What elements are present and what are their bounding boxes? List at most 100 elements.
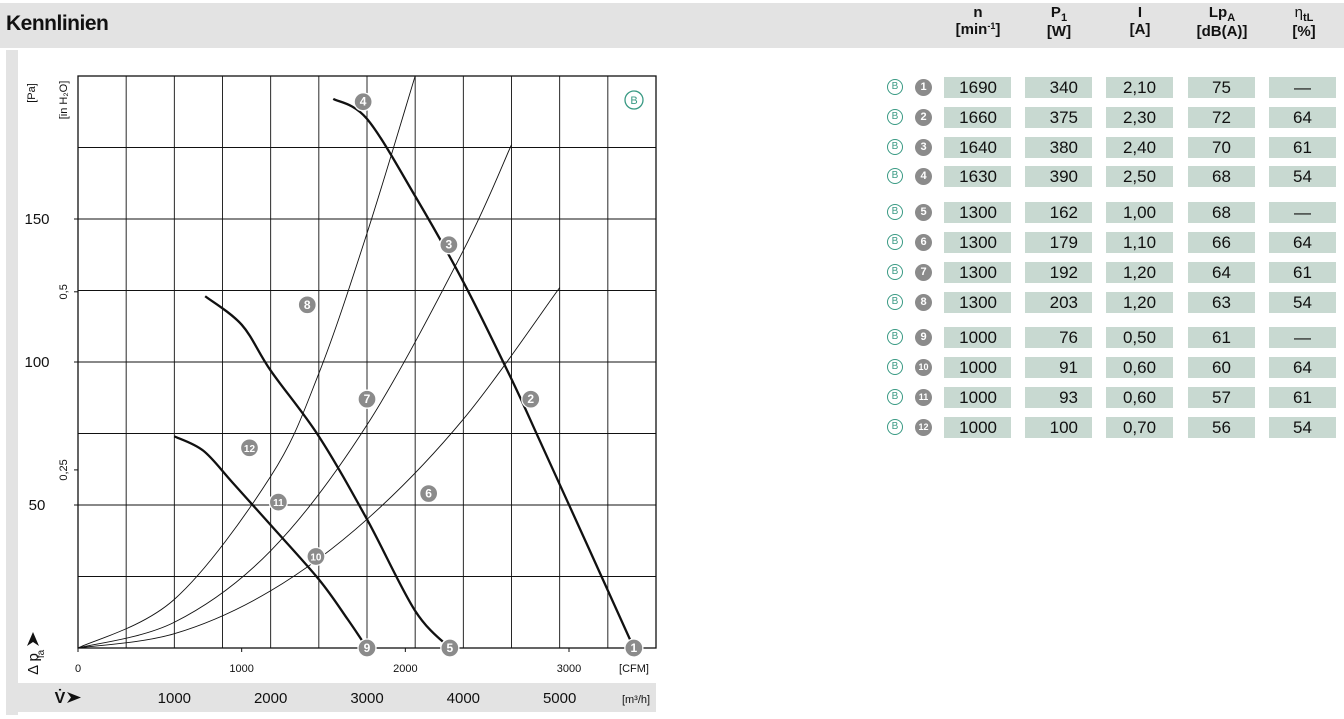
operating-point-label: 5: [447, 641, 454, 655]
table-cell-n: 1660: [944, 106, 1011, 128]
table-cell-lpa: 66: [1188, 232, 1255, 253]
table-cell-p1: 91: [1025, 357, 1092, 379]
row-number-badge: 5: [915, 204, 932, 222]
row-number-badge: 4: [915, 168, 932, 186]
x-tick-label-m3h: 4000: [447, 690, 480, 707]
table-cell-eta: 54: [1269, 416, 1336, 438]
y-unit-pa: [Pa]: [26, 83, 38, 103]
operating-point-label: 7: [364, 392, 371, 406]
row-badge-b: B: [887, 108, 903, 125]
operating-point-label: 3: [446, 238, 453, 252]
y-unit-inh2o: [in H₂O]: [58, 81, 70, 120]
table-cell-p1: 162: [1025, 202, 1092, 224]
table-cell-p1: 192: [1025, 261, 1092, 283]
x-tick-label-cfm: 2000: [393, 663, 417, 675]
row-number-badge: 10: [915, 359, 932, 377]
table-cell-p1: 390: [1025, 166, 1092, 188]
table-cell-i: 1,10: [1106, 232, 1173, 253]
table-cell-lpa: 72: [1188, 106, 1255, 128]
x-tick-label-cfm: 0: [75, 663, 81, 675]
operating-point-label: 4: [360, 95, 367, 109]
table-cell-eta: 64: [1269, 357, 1336, 379]
table-cell-i: 2,50: [1106, 166, 1173, 188]
performance-chart: 501001500,250,5[Pa] [in H₂O]Δ pfa0 1000 200…: [6, 50, 657, 715]
table-cell-n: 1300: [944, 291, 1011, 313]
table-cell-lpa: 63: [1188, 291, 1255, 313]
table-cell-n: 1000: [944, 387, 1011, 408]
x-tick-label-m3h: 5000: [543, 690, 576, 707]
x-axis-symbol: V̇: [55, 689, 66, 707]
table-cell-lpa: 61: [1188, 327, 1255, 349]
x-tick-label-m3h: 3000: [350, 690, 383, 707]
table-cell-eta: —: [1269, 327, 1336, 349]
table-cell-n: 1000: [944, 357, 1011, 379]
x-tick-label-m3h: 2000: [254, 690, 287, 707]
table-cell-lpa: 68: [1188, 202, 1255, 224]
corner-badge-label: B: [630, 95, 637, 107]
row-number-badge: 6: [915, 234, 932, 251]
row-badge-b: B: [887, 389, 903, 405]
col-header-eta: ηtL [%]: [1292, 4, 1316, 40]
row-number-badge: 3: [915, 138, 932, 156]
row-number-badge: 7: [915, 263, 932, 281]
table-cell-i: 1,20: [1106, 291, 1173, 313]
row-badge-b: B: [887, 204, 903, 221]
y-tick-label-inh2o: 0,5: [58, 284, 70, 299]
table-cell-lpa: 57: [1188, 387, 1255, 408]
x-unit-m3h: [m³/h]: [622, 694, 650, 706]
x-tick-label-m3h: 1000: [158, 690, 191, 707]
fan-curve-line: [332, 97, 635, 649]
row-badge-b: B: [887, 138, 903, 155]
table-cell-n: 1300: [944, 261, 1011, 283]
table-cell-lpa: 68: [1188, 166, 1255, 188]
row-number-badge: 9: [915, 329, 932, 347]
operating-point-label: 11: [273, 498, 284, 509]
left-axis-strip: [6, 50, 18, 715]
table-cell-eta: 64: [1269, 232, 1336, 253]
table-cell-i: 0,70: [1106, 416, 1173, 438]
table-cell-n: 1300: [944, 232, 1011, 253]
table-cell-n: 1300: [944, 202, 1011, 224]
table-cell-eta: 64: [1269, 106, 1336, 128]
col-header-lpa: LpA [dB(A)]: [1196, 4, 1248, 40]
table-cell-lpa: 60: [1188, 357, 1255, 379]
system-curve: [77, 144, 512, 649]
table-cell-eta: —: [1269, 77, 1336, 98]
operating-point-label: 8: [304, 298, 311, 312]
x-unit-cfm: [CFM]: [619, 663, 649, 675]
row-badge-b: B: [887, 234, 903, 250]
table-cell-p1: 76: [1025, 327, 1092, 349]
table-cell-i: 2,40: [1106, 136, 1173, 158]
row-badge-b: B: [887, 168, 903, 185]
table-cell-i: 0,60: [1106, 357, 1173, 379]
table-cell-lpa: 70: [1188, 136, 1255, 158]
table-cell-i: 0,50: [1106, 327, 1173, 349]
table-cell-n: 1000: [944, 416, 1011, 438]
x-tick-label-cfm: 1000: [229, 663, 253, 675]
table-cell-n: 1630: [944, 166, 1011, 188]
y-tick-label-inh2o: 0,25: [58, 459, 70, 480]
operating-point-label: 2: [527, 392, 534, 406]
table-cell-eta: —: [1269, 202, 1336, 224]
operating-point-label: 1: [630, 641, 637, 655]
y-tick-label-pa: 100: [24, 354, 49, 371]
y-axis-arrow-icon: [27, 632, 39, 646]
table-cell-eta: 54: [1269, 291, 1336, 313]
table-cell-lpa: 75: [1188, 77, 1255, 98]
y-tick-label-pa: 150: [24, 211, 49, 228]
row-badge-b: B: [887, 359, 903, 376]
table-cell-n: 1690: [944, 77, 1011, 98]
row-number-badge: 12: [915, 418, 932, 436]
table-cell-i: 1,00: [1106, 202, 1173, 224]
table-cell-eta: 61: [1269, 261, 1336, 283]
operating-point-label: 9: [364, 641, 371, 655]
table-cell-eta: 54: [1269, 166, 1336, 188]
table-cell-i: 0,60: [1106, 387, 1173, 408]
table-cell-eta: 61: [1269, 136, 1336, 158]
table-cell-p1: 380: [1025, 136, 1092, 158]
operating-point-label: 12: [244, 444, 256, 455]
operating-point-label: 10: [310, 552, 322, 563]
operating-point-label: 6: [425, 487, 432, 501]
row-number-badge: 1: [915, 79, 932, 96]
table-cell-eta: 61: [1269, 387, 1336, 408]
